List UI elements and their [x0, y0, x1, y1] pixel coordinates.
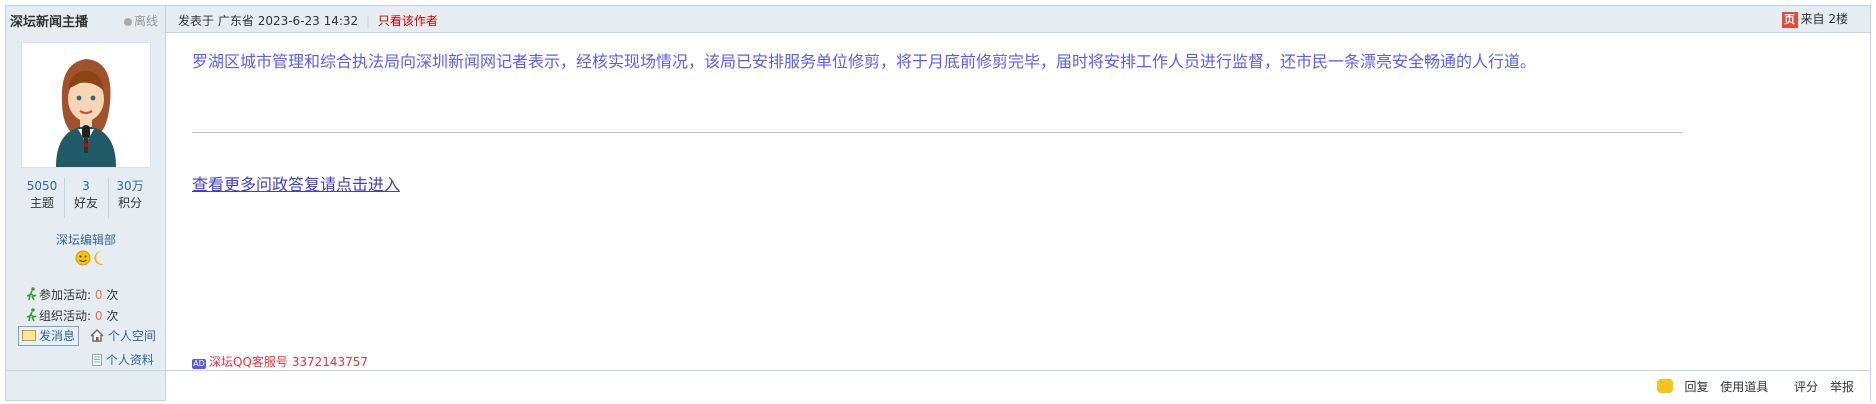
activity-count: 0: [94, 309, 103, 323]
send-message-button[interactable]: 发消息: [18, 326, 80, 346]
activity-joined: 参加活动: 0 次: [26, 286, 118, 303]
activity-count: 0: [94, 288, 103, 302]
report-button[interactable]: 举报: [1830, 380, 1854, 394]
stat-points[interactable]: 30万 积分: [108, 178, 152, 218]
footer-actions: 回复 使用道具 评分 举报: [1641, 378, 1854, 395]
posted-prefix: 发表于: [178, 14, 215, 28]
personal-space-link[interactable]: 个人空间: [90, 327, 156, 344]
floor-link[interactable]: 页来自 2楼: [1781, 10, 1848, 28]
activity-unit: 次: [106, 288, 119, 302]
reply-label: 回复: [1684, 380, 1709, 394]
activity-unit: 次: [106, 309, 119, 323]
envelope-icon: [22, 330, 36, 341]
stat-friends[interactable]: 3 好友: [64, 178, 109, 218]
mobile-icon: 页: [1781, 12, 1798, 28]
stat-label: 好友: [73, 196, 98, 210]
post-frame: 深坛新闻主播 离线 5050 主题 3 好友 30万 积分 深坛编辑部 参加活动…: [5, 5, 1871, 401]
stat-topics[interactable]: 5050 主题: [20, 178, 65, 218]
stat-label: 积分: [117, 196, 142, 210]
home-icon: [90, 329, 104, 342]
footer-left: [6, 370, 166, 400]
running-man-icon: [26, 287, 37, 301]
avatar-reporter-icon: [22, 43, 150, 167]
status-badge: 离线: [124, 12, 158, 29]
personal-info-label: 个人资料: [105, 353, 154, 367]
status-text: 离线: [134, 14, 159, 28]
running-man-icon: [26, 308, 37, 322]
stat-value: 3: [82, 179, 90, 193]
only-author-link[interactable]: 只看该作者: [378, 14, 438, 28]
activity-label: 参加活动:: [39, 288, 92, 302]
floor-label: 来自 2楼: [1800, 12, 1848, 26]
post-location: 广东省: [217, 14, 254, 28]
send-message-label: 发消息: [39, 329, 76, 343]
avatar[interactable]: [21, 42, 151, 168]
author-sidebar: 深坛新闻主播 离线 5050 主题 3 好友 30万 积分 深坛编辑部 参加活动…: [6, 6, 166, 370]
post-datetime: 2023-6-23 14:32: [257, 14, 359, 28]
reply-button[interactable]: 回复: [1649, 379, 1709, 394]
speech-bubble-icon: [1657, 379, 1674, 393]
use-item-button[interactable]: 使用道具: [1720, 380, 1768, 394]
document-icon: [92, 354, 102, 366]
stat-label: 主题: [29, 196, 54, 210]
activity-organized: 组织活动: 0 次: [26, 307, 118, 324]
medals: [74, 249, 110, 267]
activity-label: 组织活动:: [39, 309, 92, 323]
author-name[interactable]: 深坛新闻主播: [10, 11, 88, 30]
user-group[interactable]: 深坛编辑部: [6, 231, 166, 248]
rate-button[interactable]: 评分: [1794, 380, 1818, 394]
more-answers-link[interactable]: 查看更多问政答复请点击进入: [192, 171, 400, 195]
offline-icon: [124, 18, 132, 26]
smiley-moon-icon: [75, 250, 105, 266]
post-main: 发表于 广东省 2023-6-23 14:32 | 只看该作者 页来自 2楼 罗…: [166, 6, 1870, 370]
post-header: 发表于 广东省 2023-6-23 14:32 | 只看该作者 页来自 2楼: [166, 6, 1870, 33]
post-footer: 回复 使用道具 评分 举报: [166, 370, 1870, 401]
ad-link[interactable]: AD 深坛QQ客服号 3372143757: [192, 353, 368, 370]
personal-space-label: 个人空间: [107, 329, 156, 343]
stat-value: 30万: [116, 179, 144, 193]
divider: |: [366, 14, 371, 28]
ad-text: 深坛QQ客服号 3372143757: [209, 355, 369, 369]
post-meta: 发表于 广东省 2023-6-23 14:32 | 只看该作者: [178, 12, 438, 29]
post-body: 罗湖区城市管理和综合执法局向深圳新闻网记者表示，经核实现场情况，该局已安排服务单…: [192, 52, 1537, 71]
personal-info-link[interactable]: 个人资料: [92, 351, 154, 368]
stat-value: 5050: [26, 179, 58, 193]
author-stats: 5050 主题 3 好友 30万 积分: [20, 178, 152, 218]
divider-line: [192, 132, 1682, 133]
ad-icon: AD: [192, 359, 206, 369]
